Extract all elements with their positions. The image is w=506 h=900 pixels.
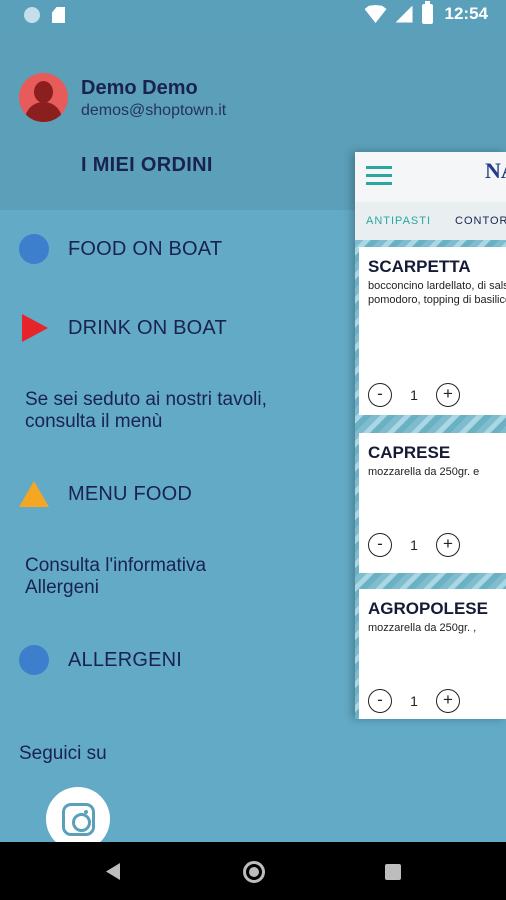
menu-info-text: Se sei seduto ai nostri tavoli, consulta…	[25, 389, 267, 432]
user-email: demos@shoptown.it	[81, 102, 227, 119]
hamburger-menu-icon[interactable]	[366, 166, 392, 186]
product-description: mozzarella da 250gr. ,	[368, 622, 477, 634]
product-list: SCARPETTA bocconcino lardellato, di sals…	[355, 240, 506, 719]
red-play-icon	[22, 314, 48, 342]
sim-card-icon	[52, 7, 65, 23]
menu-item-menu-food[interactable]: MENU FOOD	[19, 477, 192, 511]
main-content-preview[interactable]: NA ANTIPASTI CONTOR SCARPETTA bocconcino…	[355, 152, 506, 719]
allergens-info-text: Consulta l'informativa Allergeni	[25, 555, 207, 598]
menu-item-drink-on-boat[interactable]: DRINK ON BOAT	[19, 311, 227, 345]
decrease-button[interactable]: -	[368, 383, 392, 407]
wifi-icon	[364, 5, 387, 23]
product-card[interactable]: SCARPETTA bocconcino lardellato, di sals…	[359, 247, 506, 415]
quantity-stepper: - 1 +	[368, 383, 460, 407]
menu-item-label: ALLERGENI	[68, 648, 183, 671]
instagram-icon	[62, 803, 95, 836]
quantity-value: 1	[410, 387, 418, 403]
product-card[interactable]: AGROPOLESE mozzarella da 250gr. , - 1 +	[359, 589, 506, 719]
notification-icon	[24, 7, 40, 23]
product-description: bocconcino lardellato, di salsa di pomod…	[368, 280, 506, 306]
user-silhouette-icon	[34, 81, 53, 103]
product-card[interactable]: CAPRESE mozzarella da 250gr. e - 1 +	[359, 433, 506, 573]
menu-item-label: DRINK ON BOAT	[68, 316, 227, 339]
product-name: AGROPOLESE	[368, 599, 488, 618]
increase-button[interactable]: +	[436, 533, 460, 557]
user-name: Demo Demo	[81, 77, 198, 99]
recents-icon[interactable]	[385, 864, 401, 880]
tab-antipasti[interactable]: ANTIPASTI	[366, 215, 431, 227]
app-toolbar: NA	[355, 152, 506, 202]
cell-signal-icon	[395, 5, 413, 23]
blue-circle-icon	[19, 645, 49, 675]
avatar[interactable]	[19, 73, 68, 122]
product-name: SCARPETTA	[368, 257, 471, 276]
blue-circle-icon	[19, 234, 49, 264]
menu-item-allergeni[interactable]: ALLERGENI	[19, 643, 182, 677]
back-icon[interactable]	[106, 863, 120, 880]
increase-button[interactable]: +	[436, 383, 460, 407]
category-tabs: ANTIPASTI CONTOR	[355, 202, 506, 240]
quantity-stepper: - 1 +	[368, 689, 460, 713]
product-description: mozzarella da 250gr. e	[368, 466, 480, 478]
quantity-value: 1	[410, 537, 418, 553]
tab-contorni[interactable]: CONTOR	[455, 215, 506, 227]
menu-item-food-on-boat[interactable]: FOOD ON BOAT	[19, 232, 222, 266]
orange-triangle-icon	[19, 481, 49, 507]
decrease-button[interactable]: -	[368, 533, 392, 557]
status-bar: 12:54	[0, 0, 506, 30]
follow-us-label: Seguici su	[19, 743, 107, 764]
app-logo: NA	[485, 158, 506, 183]
decrease-button[interactable]: -	[368, 689, 392, 713]
menu-item-label: FOOD ON BOAT	[68, 237, 223, 260]
my-orders-link[interactable]: I MIEI ORDINI	[81, 154, 213, 177]
home-icon[interactable]	[243, 861, 265, 883]
quantity-value: 1	[410, 693, 418, 709]
status-time: 12:54	[444, 4, 488, 23]
system-nav-bar	[0, 842, 506, 900]
quantity-stepper: - 1 +	[368, 533, 460, 557]
product-name: CAPRESE	[368, 443, 451, 462]
battery-icon	[421, 1, 433, 24]
menu-item-label: MENU FOOD	[68, 482, 193, 505]
increase-button[interactable]: +	[436, 689, 460, 713]
